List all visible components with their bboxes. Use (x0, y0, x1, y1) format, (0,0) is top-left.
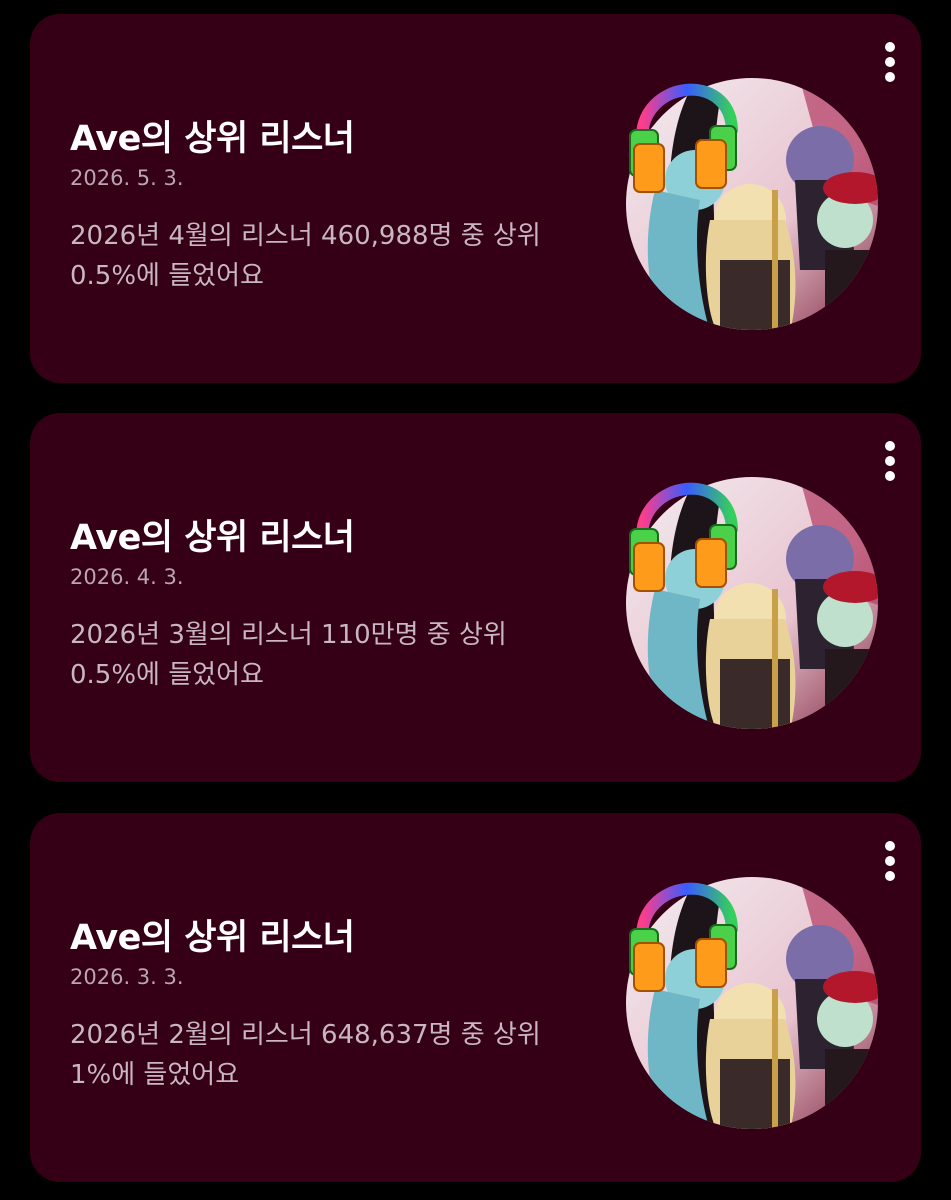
card-date: 2026. 5. 3. (70, 166, 184, 190)
more-options-button[interactable] (879, 839, 901, 883)
more-vertical-icon (885, 42, 895, 52)
artist-artwork (626, 477, 878, 729)
more-options-button[interactable] (879, 439, 901, 483)
top-listener-card[interactable]: Ave의 상위 리스너 2026. 5. 3. 2026년 4월의 리스너 46… (30, 14, 921, 383)
more-vertical-icon (885, 841, 895, 851)
card-date: 2026. 4. 3. (70, 565, 184, 589)
card-title: Ave의 상위 리스너 (70, 918, 355, 958)
more-options-button[interactable] (879, 40, 901, 84)
top-listener-card[interactable]: Ave의 상위 리스너 2026. 4. 3. 2026년 3월의 리스너 11… (30, 413, 921, 782)
card-title: Ave의 상위 리스너 (70, 518, 355, 558)
card-description: 2026년 3월의 리스너 110만명 중 상위 0.5%에 들었어요 (70, 620, 507, 690)
artist-artwork (626, 877, 878, 1129)
card-date: 2026. 3. 3. (70, 965, 184, 989)
artist-artwork (626, 78, 878, 330)
card-description: 2026년 2월의 리스너 648,637명 중 상위 1%에 들었어요 (70, 1020, 541, 1090)
card-description: 2026년 4월의 리스너 460,988명 중 상위 0.5%에 들었어요 (70, 221, 541, 291)
card-title: Ave의 상위 리스너 (70, 119, 355, 159)
top-listener-card[interactable]: Ave의 상위 리스너 2026. 3. 3. 2026년 2월의 리스너 64… (30, 813, 921, 1182)
more-vertical-icon (885, 441, 895, 451)
